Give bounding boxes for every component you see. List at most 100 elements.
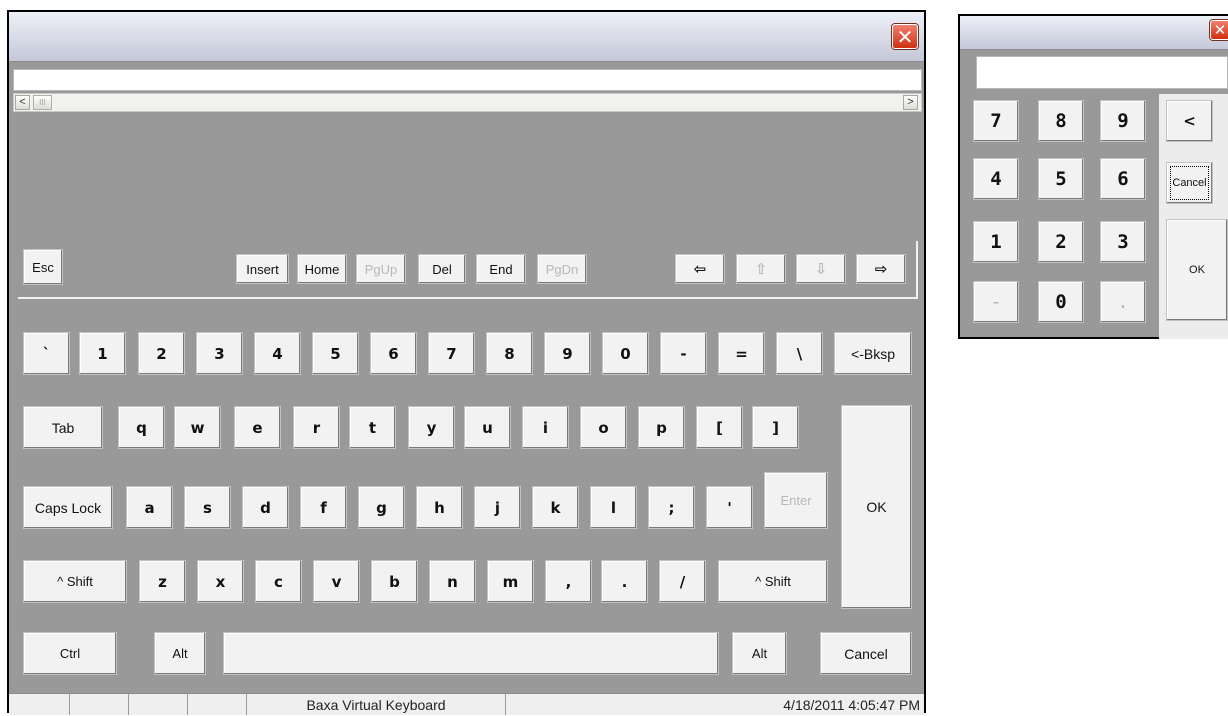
key-7[interactable]: 7	[428, 332, 475, 375]
status-segment	[129, 694, 188, 715]
key-period[interactable]: .	[601, 560, 648, 603]
text-input-field[interactable]	[13, 69, 922, 91]
numpad-key-minus: -	[973, 281, 1019, 323]
left-alt-key[interactable]: Alt	[154, 632, 206, 675]
ok-key[interactable]: OK	[841, 405, 912, 609]
key-p[interactable]: p	[638, 406, 685, 449]
tab-key[interactable]: Tab	[23, 406, 103, 449]
key-f[interactable]: f	[300, 486, 347, 529]
numpad-key-decimal: .	[1100, 281, 1146, 323]
horizontal-scrollbar[interactable]: < III >	[13, 93, 922, 112]
numpad-key-0[interactable]: 0	[1038, 281, 1084, 323]
numpad-key-8[interactable]: 8	[1038, 100, 1084, 142]
key-6[interactable]: 6	[370, 332, 417, 375]
status-segment	[188, 694, 247, 715]
key-t[interactable]: t	[349, 406, 396, 449]
numpad-key-3[interactable]: 3	[1100, 221, 1146, 263]
cancel-key[interactable]: Cancel	[820, 632, 912, 675]
arrow-up-key: ⇧	[736, 254, 786, 284]
numpad-key-7[interactable]: 7	[973, 100, 1019, 142]
key-left-bracket[interactable]: [	[696, 406, 743, 449]
key-backtick[interactable]: `	[23, 332, 70, 375]
numpad-key-5[interactable]: 5	[1038, 158, 1084, 200]
key-k[interactable]: k	[532, 486, 579, 529]
key-n[interactable]: n	[429, 560, 476, 603]
key-d[interactable]: d	[242, 486, 289, 529]
numpad-key-2[interactable]: 2	[1038, 221, 1084, 263]
key-0[interactable]: 0	[602, 332, 649, 375]
right-alt-key[interactable]: Alt	[732, 632, 787, 675]
key-2[interactable]: 2	[138, 332, 185, 375]
key-s[interactable]: s	[184, 486, 231, 529]
key-semicolon[interactable]: ;	[648, 486, 695, 529]
key-5[interactable]: 5	[312, 332, 359, 375]
key-z[interactable]: z	[139, 560, 186, 603]
key-l[interactable]: l	[590, 486, 637, 529]
key-j[interactable]: j	[474, 486, 521, 529]
numeric-keypad-window: ✕ 7 8 9 4 5 6 1 2 3 - 0 . < Cancel OK	[958, 14, 1228, 339]
key-y[interactable]: y	[408, 406, 455, 449]
scroll-left-button[interactable]: <	[15, 95, 30, 110]
end-key[interactable]: End	[476, 254, 526, 284]
key-right-bracket[interactable]: ]	[752, 406, 799, 449]
status-datetime: 4/18/2011 4:05:47 PM	[783, 697, 920, 713]
key-1[interactable]: 1	[79, 332, 126, 375]
ctrl-key[interactable]: Ctrl	[23, 632, 117, 675]
keypad-cancel-button[interactable]: Cancel	[1166, 162, 1213, 204]
key-u[interactable]: u	[464, 406, 511, 449]
numpad-key-4[interactable]: 4	[973, 158, 1019, 200]
key-x[interactable]: x	[197, 560, 244, 603]
space-bar[interactable]	[223, 632, 719, 675]
caps-lock-key[interactable]: Caps Lock	[23, 486, 113, 529]
key-a[interactable]: a	[126, 486, 173, 529]
virtual-keyboard-window: ✕ < III > Esc Insert Home PgUp Del End P…	[7, 10, 926, 715]
numpad-key-6[interactable]: 6	[1100, 158, 1146, 200]
key-9[interactable]: 9	[544, 332, 591, 375]
key-i[interactable]: i	[522, 406, 569, 449]
status-segment	[9, 694, 70, 715]
keypad-close-icon[interactable]: ✕	[1210, 20, 1228, 40]
home-key[interactable]: Home	[297, 254, 347, 284]
key-v[interactable]: v	[313, 560, 360, 603]
scroll-thumb[interactable]: III	[33, 95, 52, 110]
key-q[interactable]: q	[118, 406, 165, 449]
key-b[interactable]: b	[371, 560, 418, 603]
enter-key: Enter	[764, 472, 828, 529]
scroll-right-button[interactable]: >	[903, 95, 918, 110]
key-g[interactable]: g	[358, 486, 405, 529]
key-c[interactable]: c	[255, 560, 302, 603]
arrow-left-key[interactable]: ⇦	[675, 254, 725, 284]
esc-key[interactable]: Esc	[23, 249, 63, 285]
status-title: Baxa Virtual Keyboard	[247, 694, 506, 715]
title-bar: ✕	[9, 12, 924, 62]
pgup-key: PgUp	[356, 254, 406, 284]
numpad-key-1[interactable]: 1	[973, 221, 1019, 263]
key-r[interactable]: r	[293, 406, 340, 449]
keypad-ok-button[interactable]: OK	[1166, 219, 1228, 321]
numpad-key-9[interactable]: 9	[1100, 100, 1146, 142]
key-comma[interactable]: ,	[545, 560, 592, 603]
keypad-backspace-key[interactable]: <	[1166, 100, 1213, 142]
key-equals[interactable]: =	[718, 332, 765, 375]
key-e[interactable]: e	[234, 406, 281, 449]
key-minus[interactable]: -	[660, 332, 707, 375]
left-shift-key[interactable]: ^ Shift	[23, 560, 127, 603]
key-m[interactable]: m	[487, 560, 534, 603]
key-slash[interactable]: /	[659, 560, 706, 603]
keypad-title-bar: ✕	[960, 16, 1228, 50]
insert-key[interactable]: Insert	[236, 254, 289, 284]
key-w[interactable]: w	[174, 406, 221, 449]
del-key[interactable]: Del	[418, 254, 466, 284]
close-icon[interactable]: ✕	[892, 24, 918, 49]
key-8[interactable]: 8	[486, 332, 533, 375]
key-4[interactable]: 4	[254, 332, 301, 375]
key-o[interactable]: o	[580, 406, 627, 449]
keypad-display-field[interactable]	[976, 56, 1228, 89]
key-apostrophe[interactable]: '	[706, 486, 753, 529]
key-3[interactable]: 3	[196, 332, 243, 375]
arrow-right-key[interactable]: ⇨	[856, 254, 906, 284]
key-h[interactable]: h	[416, 486, 463, 529]
right-shift-key[interactable]: ^ Shift	[718, 560, 828, 603]
backspace-key[interactable]: <-Bksp	[834, 332, 912, 375]
key-backslash[interactable]: \	[776, 332, 823, 375]
